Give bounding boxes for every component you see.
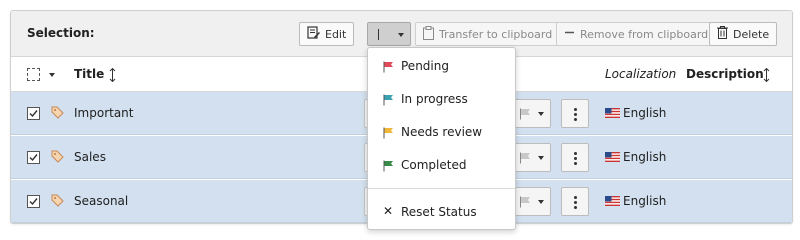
edit-button[interactable]: Edit — [299, 22, 355, 46]
row-title[interactable]: Important — [74, 106, 134, 120]
row-more-button[interactable] — [561, 99, 589, 128]
close-icon: ✕ — [383, 204, 394, 218]
status-indicator — [378, 29, 379, 40]
checkmark-icon — [29, 154, 38, 162]
menu-item-pending[interactable]: Pending — [368, 52, 515, 82]
status-dropdown-menu: Pending In progress Needs review Complet… — [367, 47, 516, 230]
selection-label: Selection: — [27, 26, 95, 40]
chevron-down-icon — [538, 200, 544, 204]
menu-item-label: Needs review — [401, 125, 483, 139]
us-flag-icon — [605, 196, 620, 206]
select-all-checkbox[interactable] — [27, 68, 40, 81]
row-checkbox[interactable] — [27, 151, 40, 164]
menu-item-completed[interactable]: Completed — [368, 151, 515, 181]
tag-icon — [51, 106, 64, 119]
row-checkbox[interactable] — [27, 107, 40, 120]
chevron-down-icon — [398, 33, 404, 37]
more-vertical-icon — [574, 152, 577, 167]
flag-icon — [383, 94, 393, 106]
edit-icon — [307, 26, 320, 42]
remove-from-clipboard-button[interactable]: Remove from clipboard — [556, 22, 717, 46]
menu-divider — [368, 188, 515, 189]
checkmark-icon — [29, 198, 38, 206]
transfer-button-label: Transfer to clipboard — [439, 27, 553, 41]
delete-button[interactable]: Delete — [709, 22, 778, 46]
trash-icon — [717, 26, 728, 42]
menu-item-label: In progress — [401, 92, 468, 106]
delete-button-label: Delete — [733, 27, 770, 41]
remove-button-label: Remove from clipboard — [580, 27, 709, 41]
flag-fill — [384, 62, 393, 67]
row-title[interactable]: Sales — [74, 150, 106, 164]
more-vertical-icon — [574, 196, 577, 211]
row-more-button[interactable] — [561, 187, 589, 216]
row-status-button[interactable] — [511, 99, 551, 128]
menu-item-needs-review[interactable]: Needs review — [368, 118, 515, 148]
flag-icon — [383, 61, 393, 73]
flag-icon — [520, 196, 530, 208]
row-language: English — [623, 150, 667, 164]
menu-item-in-progress[interactable]: In progress — [368, 85, 515, 115]
row-checkbox[interactable] — [27, 195, 40, 208]
edit-button-label: Edit — [325, 27, 347, 41]
column-header-localization: Localization — [605, 67, 677, 81]
flag-icon — [383, 160, 393, 172]
minus-icon — [564, 27, 575, 41]
row-language: English — [623, 106, 667, 120]
column-header-description[interactable]: Description — [686, 67, 764, 81]
chevron-down-icon[interactable] — [49, 73, 55, 77]
chevron-down-icon — [538, 112, 544, 116]
us-flag-icon — [605, 108, 620, 118]
chevron-down-icon — [538, 156, 544, 160]
flag-icon — [520, 152, 530, 164]
status-dropdown-button[interactable] — [367, 22, 411, 46]
row-more-button[interactable] — [561, 143, 589, 172]
more-vertical-icon — [574, 108, 577, 123]
checkmark-icon — [29, 110, 38, 118]
row-status-button[interactable] — [511, 187, 551, 216]
tag-icon — [51, 194, 64, 207]
flag-icon — [383, 127, 393, 139]
us-flag-icon — [605, 152, 620, 162]
menu-item-label: Pending — [401, 59, 449, 73]
menu-item-label: Completed — [401, 158, 467, 172]
row-title[interactable]: Seasonal — [74, 194, 128, 208]
column-header-title[interactable]: Title — [74, 67, 104, 81]
tag-icon — [51, 150, 64, 163]
flag-icon — [520, 108, 530, 120]
menu-item-label: Reset Status — [401, 205, 477, 219]
clipboard-icon — [423, 25, 434, 43]
sort-icon[interactable] — [109, 68, 116, 82]
sort-icon[interactable] — [763, 68, 770, 82]
menu-item-reset-status[interactable]: ✕ Reset Status — [368, 198, 515, 228]
transfer-to-clipboard-button[interactable]: Transfer to clipboard — [415, 22, 561, 46]
row-status-button[interactable] — [511, 143, 551, 172]
row-language: English — [623, 194, 667, 208]
